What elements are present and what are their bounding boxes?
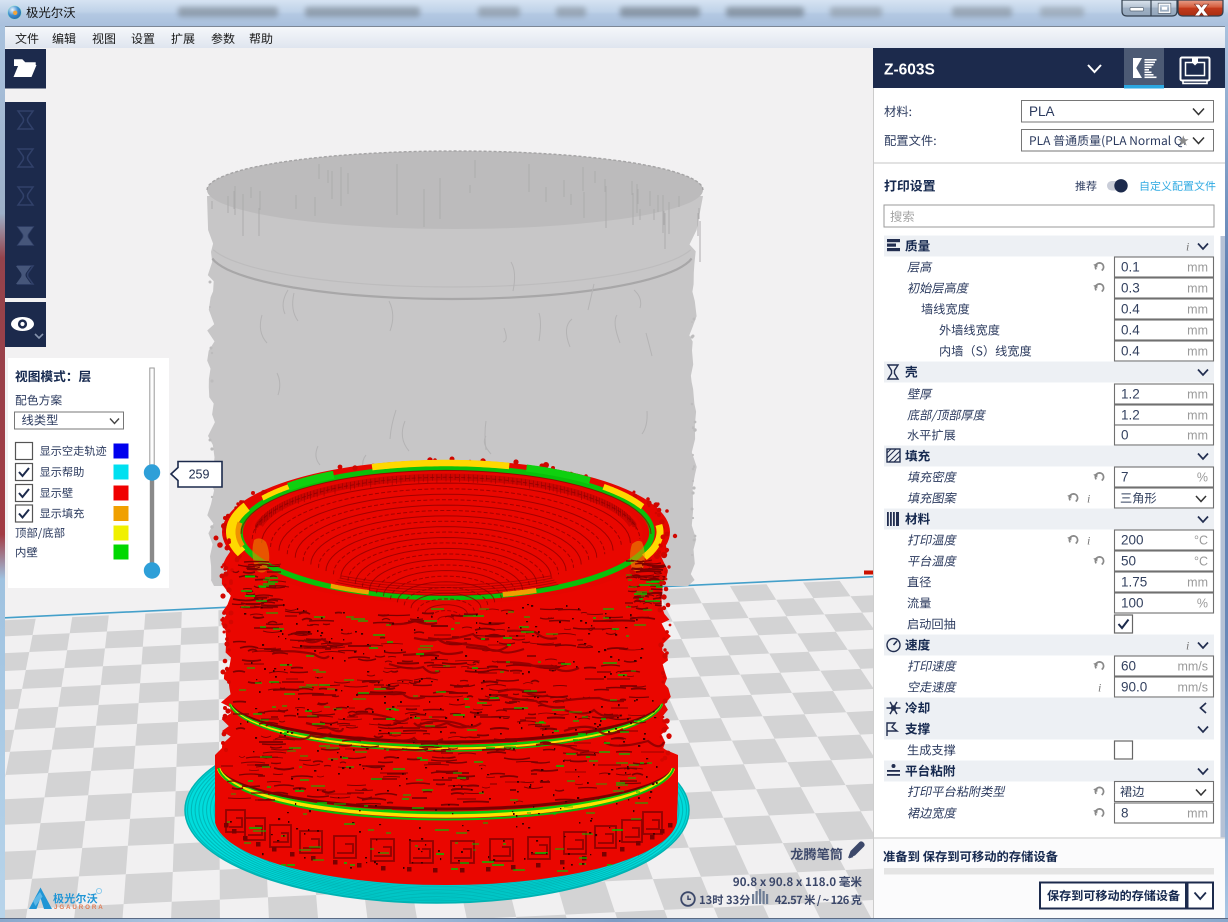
- svg-text:1.2: 1.2: [1121, 408, 1140, 423]
- svg-text:mm: mm: [1187, 807, 1208, 821]
- svg-text:7: 7: [1121, 470, 1129, 485]
- svg-text:0.3: 0.3: [1121, 281, 1140, 296]
- svg-text:50: 50: [1121, 554, 1136, 569]
- svg-text:259: 259: [189, 468, 210, 482]
- svg-text:0.4: 0.4: [1121, 323, 1140, 338]
- svg-text:i: i: [1087, 492, 1090, 506]
- svg-text:i: i: [1186, 240, 1189, 254]
- svg-text:★: ★: [1177, 133, 1190, 149]
- svg-text:mm/s: mm/s: [1177, 660, 1208, 674]
- svg-text:200: 200: [1121, 533, 1144, 548]
- svg-text:60: 60: [1121, 659, 1136, 674]
- svg-text:JGAURORA: JGAURORA: [54, 904, 105, 911]
- svg-text:mm: mm: [1187, 388, 1208, 402]
- svg-text:Z-603S: Z-603S: [884, 62, 935, 79]
- svg-text:i: i: [1087, 534, 1090, 548]
- svg-text:mm: mm: [1187, 345, 1208, 359]
- svg-text:PLA: PLA: [1029, 104, 1055, 119]
- svg-text:8: 8: [1121, 806, 1129, 821]
- svg-text:%: %: [1197, 471, 1208, 485]
- svg-text:%: %: [1197, 597, 1208, 611]
- svg-text:0.4: 0.4: [1121, 302, 1140, 317]
- svg-text:0.4: 0.4: [1121, 344, 1140, 359]
- svg-text:90.0: 90.0: [1121, 680, 1147, 695]
- svg-text:mm: mm: [1187, 429, 1208, 443]
- svg-text:mm: mm: [1187, 409, 1208, 423]
- svg-text:0: 0: [1121, 428, 1129, 443]
- svg-text:mm: mm: [1187, 303, 1208, 317]
- svg-text:°C: °C: [1194, 555, 1208, 569]
- svg-text:°C: °C: [1194, 534, 1208, 548]
- svg-text:mm: mm: [1187, 576, 1208, 590]
- svg-text:100: 100: [1121, 596, 1144, 611]
- svg-text:1.75: 1.75: [1121, 575, 1147, 590]
- svg-text:mm: mm: [1187, 324, 1208, 338]
- svg-text:1.2: 1.2: [1121, 387, 1140, 402]
- svg-text:i: i: [1098, 681, 1101, 695]
- svg-text:mm: mm: [1187, 282, 1208, 296]
- svg-text:mm/s: mm/s: [1177, 681, 1208, 695]
- svg-text:mm: mm: [1187, 261, 1208, 275]
- svg-text:i: i: [1186, 639, 1189, 653]
- svg-text:0.1: 0.1: [1121, 260, 1140, 275]
